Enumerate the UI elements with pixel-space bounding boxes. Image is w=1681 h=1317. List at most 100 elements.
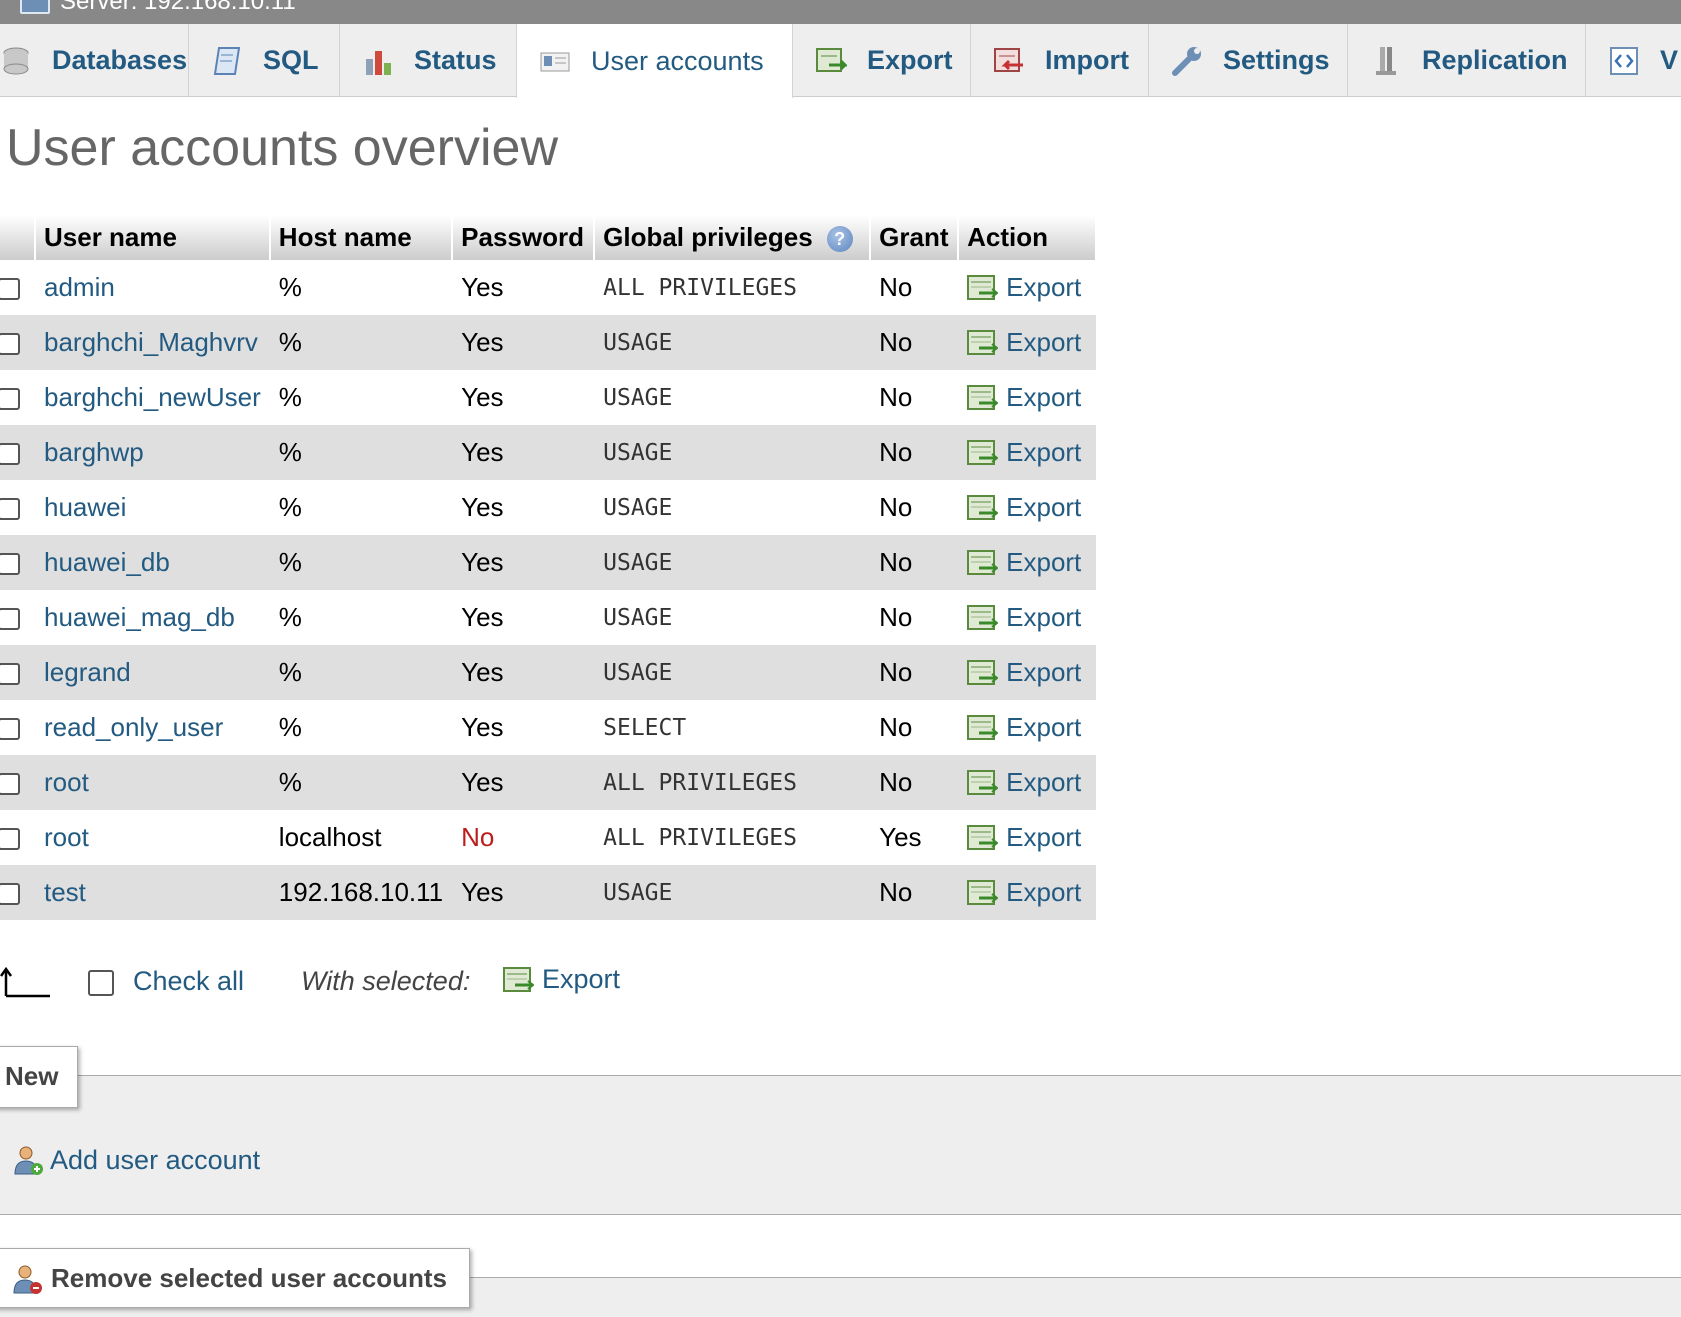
global-privileges-cell: ALL PRIVILEGES	[594, 260, 871, 315]
row-checkbox[interactable]	[0, 443, 20, 466]
host-name-cell: %	[269, 315, 453, 370]
row-checkbox[interactable]	[0, 388, 20, 411]
tab-export[interactable]: Export	[793, 24, 971, 97]
replication-icon	[1370, 45, 1402, 77]
tab-databases[interactable]: Databases	[0, 24, 189, 97]
user-name-link[interactable]: legrand	[44, 657, 131, 687]
row-export-link[interactable]: Export	[967, 272, 1087, 303]
bulk-export-button[interactable]: Export	[503, 964, 620, 995]
export-icon	[967, 494, 999, 521]
user-name-link[interactable]: test	[44, 877, 86, 907]
row-export-label: Export	[1006, 382, 1082, 412]
row-checkbox[interactable]	[0, 608, 20, 631]
header-global-privileges: Global privileges?	[594, 215, 872, 260]
user-accounts-icon	[539, 45, 571, 77]
header-user-name[interactable]: User name	[35, 215, 271, 260]
select-arrow-icon	[0, 966, 50, 998]
row-select-cell	[0, 535, 35, 590]
row-checkbox[interactable]	[0, 718, 20, 741]
row-select-cell	[0, 260, 35, 315]
tab-status[interactable]: Status	[340, 24, 517, 97]
row-export-link[interactable]: Export	[967, 327, 1087, 358]
global-privileges-cell: USAGE	[594, 590, 871, 645]
import-icon	[993, 45, 1025, 77]
row-export-link[interactable]: Export	[967, 437, 1087, 468]
row-export-link[interactable]: Export	[967, 602, 1087, 633]
user-name-link[interactable]: barghwp	[44, 437, 144, 467]
row-export-label: Export	[1006, 822, 1082, 852]
password-cell: Yes	[452, 865, 595, 920]
tab-import[interactable]: Import	[971, 24, 1149, 97]
row-checkbox[interactable]	[0, 278, 20, 301]
window-title: Server: 192.168.10.11	[60, 0, 296, 15]
tab-sql[interactable]: SQL	[189, 24, 340, 97]
tab-settings-label: Settings	[1223, 45, 1330, 75]
table-row: legrand% Yes USAGE No Export	[0, 645, 1097, 700]
row-export-link[interactable]: Export	[967, 492, 1087, 523]
check-all-checkbox[interactable]	[88, 970, 114, 996]
tab-variables[interactable]: V	[1586, 24, 1681, 97]
user-name-link[interactable]: barghchi_newUser	[44, 382, 261, 412]
grant-cell: No	[870, 370, 959, 425]
header-grant[interactable]: Grant	[870, 215, 960, 260]
help-icon[interactable]: ?	[826, 226, 853, 253]
table-row: read_only_user% Yes SELECT No Export	[0, 700, 1097, 755]
row-select-cell	[0, 370, 35, 425]
row-export-link[interactable]: Export	[967, 877, 1087, 908]
action-cell: Export	[958, 865, 1097, 920]
user-name-link[interactable]: huawei_db	[44, 547, 170, 577]
tab-import-label: Import	[1045, 45, 1129, 75]
host-name-cell: %	[269, 535, 453, 590]
remove-legend-label: Remove selected user accounts	[51, 1263, 447, 1293]
password-cell: Yes	[452, 315, 595, 370]
row-checkbox[interactable]	[0, 663, 20, 686]
global-privileges-cell: ALL PRIVILEGES	[594, 755, 871, 810]
tab-replication[interactable]: Replication	[1348, 24, 1586, 97]
password-cell: Yes	[452, 755, 595, 810]
row-export-link[interactable]: Export	[967, 712, 1087, 743]
variables-icon	[1608, 45, 1640, 77]
row-export-link[interactable]: Export	[967, 657, 1087, 688]
tab-sql-label: SQL	[263, 45, 319, 75]
user-name-link[interactable]: huawei	[44, 492, 126, 522]
user-name-link[interactable]: huawei_mag_db	[44, 602, 235, 632]
row-export-link[interactable]: Export	[967, 822, 1087, 853]
row-export-link[interactable]: Export	[967, 767, 1087, 798]
row-export-label: Export	[1006, 767, 1082, 797]
tab-user-accounts[interactable]: User accounts	[516, 24, 793, 98]
row-select-cell	[0, 865, 35, 920]
header-password[interactable]: Password	[452, 215, 596, 260]
add-user-account-label: Add user account	[50, 1144, 261, 1175]
row-select-cell	[0, 590, 35, 645]
row-checkbox[interactable]	[0, 498, 20, 521]
add-user-account-link[interactable]: Add user account	[12, 1144, 260, 1176]
row-export-label: Export	[1006, 547, 1082, 577]
action-cell: Export	[958, 700, 1097, 755]
row-export-link[interactable]: Export	[967, 382, 1087, 413]
row-checkbox[interactable]	[0, 333, 20, 356]
export-icon	[967, 769, 999, 796]
user-name-link[interactable]: root	[44, 767, 89, 797]
tab-settings[interactable]: Settings	[1149, 24, 1348, 97]
row-checkbox[interactable]	[0, 553, 20, 576]
user-name-link[interactable]: barghchi_Maghvrv	[44, 327, 258, 357]
table-row: huawei% Yes USAGE No Export	[0, 480, 1097, 535]
row-select-cell	[0, 810, 35, 865]
grant-cell: No	[870, 260, 959, 315]
global-privileges-cell: USAGE	[594, 480, 871, 535]
user-name-link[interactable]: root	[44, 822, 89, 852]
user-name-link[interactable]: admin	[44, 272, 115, 302]
export-icon	[967, 604, 999, 631]
row-checkbox[interactable]	[0, 773, 20, 796]
header-host-name[interactable]: Host name	[269, 215, 454, 260]
window-titlebar: Server: 192.168.10.11	[0, 0, 1681, 24]
user-name-cell: huawei_mag_db	[35, 590, 270, 645]
database-icon	[0, 45, 32, 77]
row-export-link[interactable]: Export	[967, 547, 1087, 578]
row-checkbox[interactable]	[0, 828, 20, 851]
row-checkbox[interactable]	[0, 883, 20, 906]
user-name-cell: root	[35, 810, 270, 865]
check-all-label[interactable]: Check all	[133, 966, 244, 997]
grant-cell: No	[870, 590, 959, 645]
user-name-link[interactable]: read_only_user	[44, 712, 223, 742]
